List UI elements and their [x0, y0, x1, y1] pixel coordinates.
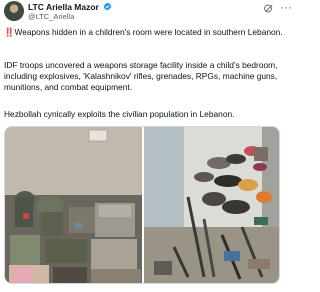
photo-weapons-storage-room[interactable]: [5, 127, 142, 283]
avatar[interactable]: [4, 1, 24, 21]
tweet-header: LTC Ariella Mazor @LTC_Ariella ···: [4, 1, 296, 23]
paragraph-1-text: Weapons hidden in a children's room were…: [14, 27, 283, 37]
photo-bedroom-weapons-pile[interactable]: [144, 127, 279, 283]
author-handle[interactable]: @LTC_Ariella: [28, 12, 74, 21]
more-options-icon[interactable]: ···: [280, 1, 292, 13]
tweet-text-paragraph-2: IDF troops uncovered a weapons storage f…: [4, 60, 278, 92]
author-name-row[interactable]: LTC Ariella Mazor: [28, 2, 112, 12]
tweet-text-paragraph-1: ‼️Weapons hidden in a children's room we…: [4, 27, 294, 38]
tweet-text-paragraph-3: Hezbollah cynically exploits the civilia…: [4, 109, 235, 119]
grok-icon[interactable]: [263, 3, 274, 14]
author-name[interactable]: LTC Ariella Mazor: [28, 2, 99, 12]
photo-left-illustration: [5, 127, 142, 283]
verified-badge-icon: [104, 2, 112, 11]
tweet-media[interactable]: [4, 126, 280, 284]
photo-right-illustration: [144, 127, 279, 283]
double-exclamation-icon: ‼️: [4, 27, 15, 37]
